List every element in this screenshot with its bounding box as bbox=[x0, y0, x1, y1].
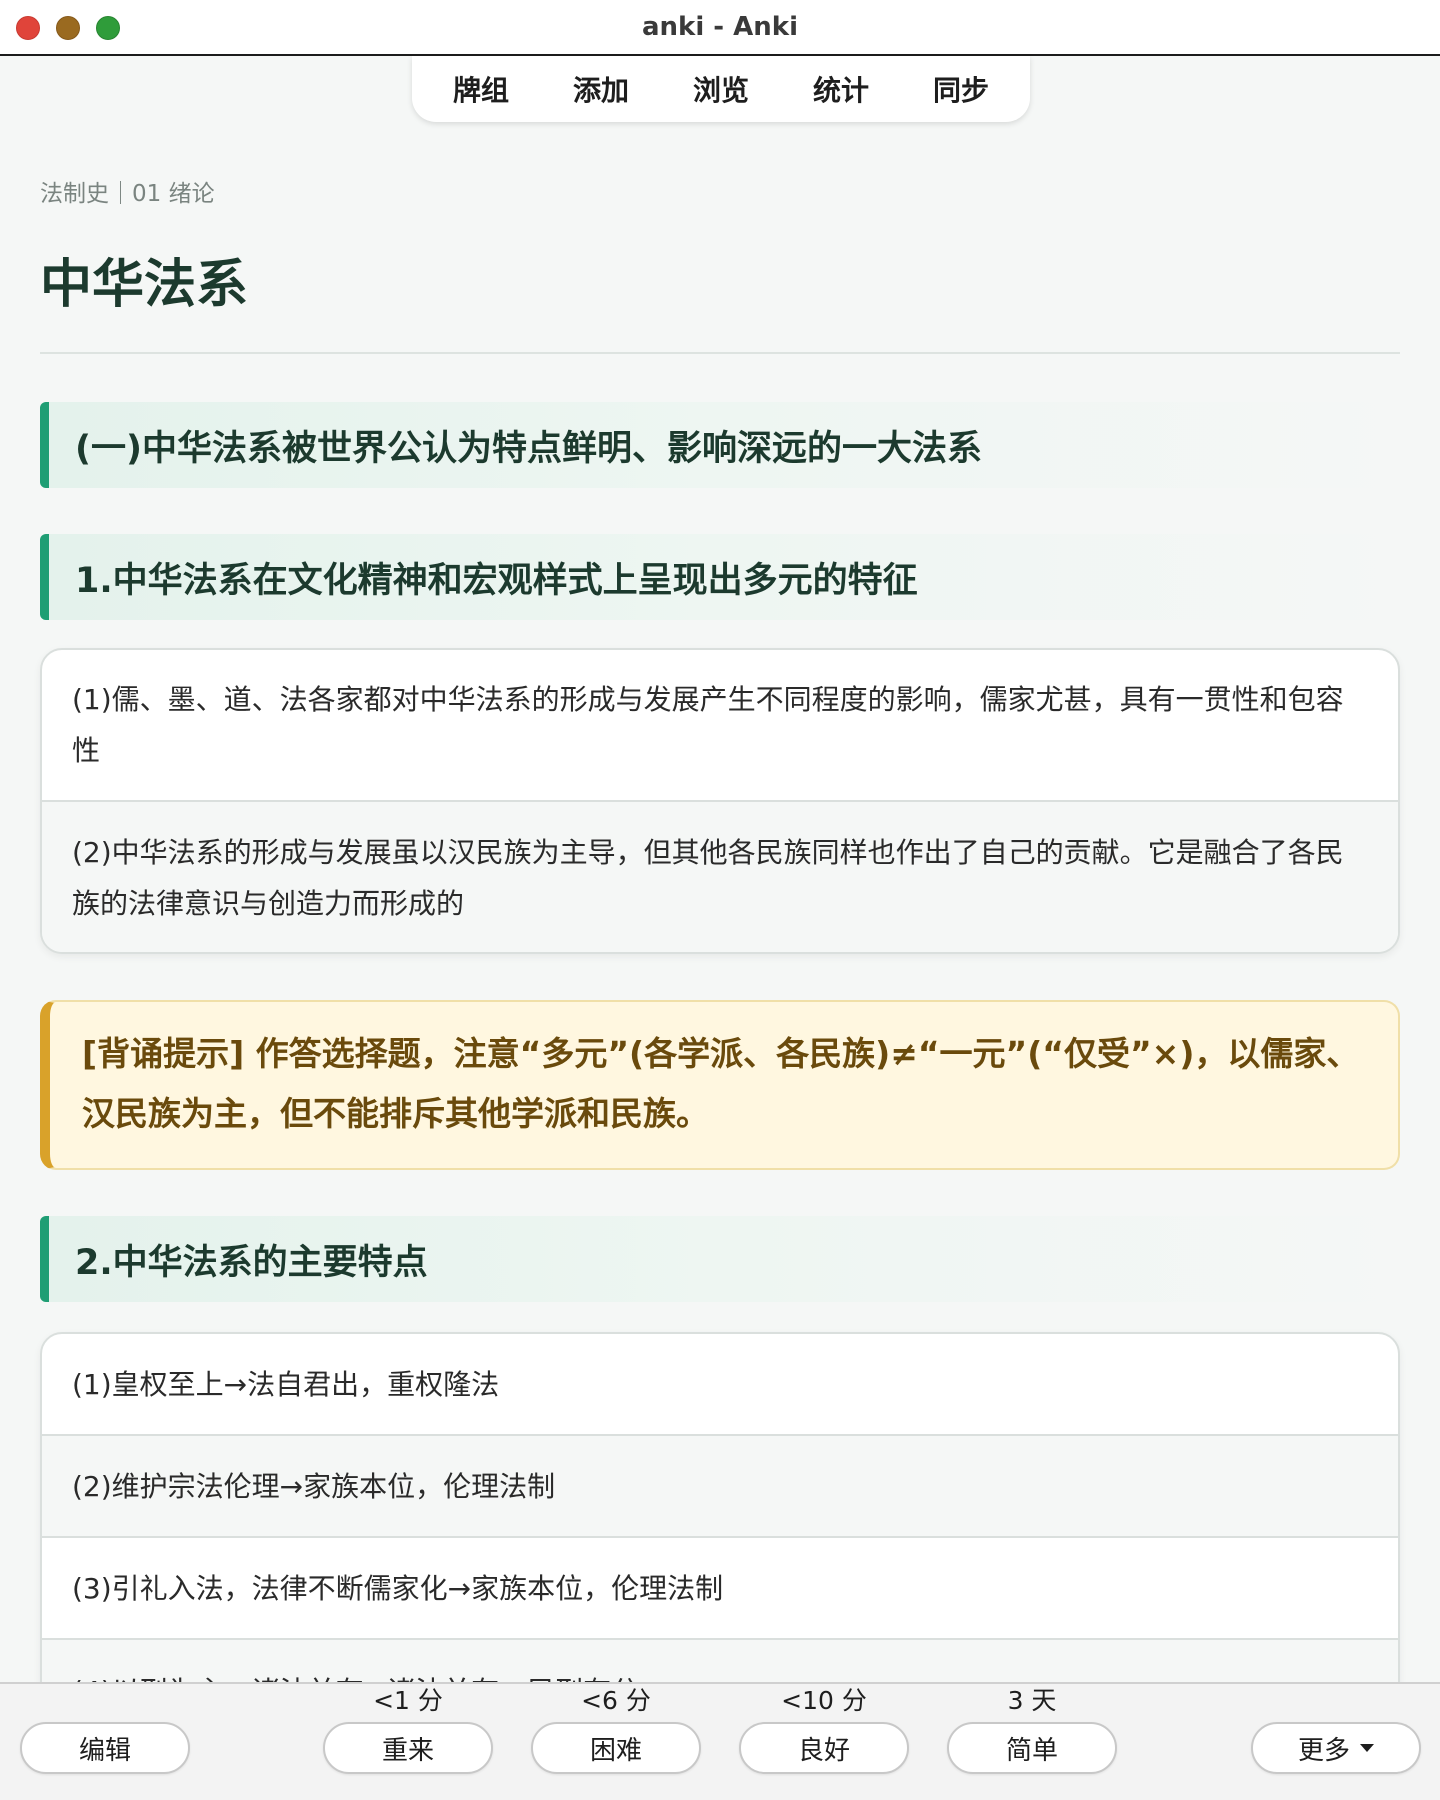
again-interval: <1 分 bbox=[373, 1686, 443, 1715]
good-interval: <10 分 bbox=[781, 1686, 867, 1715]
section-heading: (一)中华法系被世界公认为特点鲜明、影响深远的一大法系 bbox=[40, 402, 1400, 488]
toolbar-browse[interactable]: 浏览 bbox=[661, 69, 781, 109]
list-item: (1)皇权至上→法自君出，重权隆法 bbox=[42, 1334, 1398, 1436]
again-button-label: 重来 bbox=[381, 1735, 434, 1766]
card-content: 法制史｜01 绪论 中华法系 (一)中华法系被世界公认为特点鲜明、影响深远的一大… bbox=[0, 122, 1440, 1682]
title-bar: anki - Anki bbox=[0, 0, 1440, 56]
hard-button[interactable]: 困难 bbox=[531, 1722, 701, 1774]
subsection-2-list: (1)皇权至上→法自君出，重权隆法 (2)维护宗法伦理→家族本位，伦理法制 (3… bbox=[40, 1332, 1400, 1682]
toolbar-sync[interactable]: 同步 bbox=[901, 69, 1021, 109]
easy-button-label: 简单 bbox=[1005, 1735, 1058, 1766]
list-item-text: (1)皇权至上→法自君出，重权隆法 bbox=[72, 1367, 500, 1401]
list-item-text: (2)中华法系的形成与发展虽以汉民族为主导，但其他各民族同样也作出了自己的贡献。… bbox=[72, 836, 1344, 920]
toolbar-stats[interactable]: 统计 bbox=[781, 69, 901, 109]
window-title: anki - Anki bbox=[642, 12, 798, 42]
divider bbox=[40, 352, 1400, 354]
hard-interval: <6 分 bbox=[581, 1686, 651, 1715]
breadcrumb: 法制史｜01 绪论 bbox=[40, 181, 215, 207]
caret-down-icon bbox=[1360, 1744, 1374, 1752]
edit-button[interactable]: 编辑 bbox=[20, 1722, 190, 1774]
subsection-1-list: (1)儒、墨、道、法各家都对中华法系的形成与发展产生不同程度的影响，儒家尤甚，具… bbox=[40, 648, 1400, 954]
good-button[interactable]: 良好 bbox=[739, 1722, 909, 1774]
list-item-text: (4)以刑为主，诸法并存→诸法并存，民刑有分 bbox=[72, 1666, 639, 1683]
list-item-text: (3)引礼入法，法律不断儒家化→家族本位，伦理法制 bbox=[72, 1571, 724, 1605]
memorization-tip: [背诵提示] 作答选择题，注意“多元”(各学派、各民族)≠“一元”(“仅受”×)… bbox=[40, 1000, 1400, 1170]
more-button[interactable]: 更多 bbox=[1251, 1722, 1421, 1774]
easy-interval: 3 天 bbox=[1007, 1686, 1057, 1715]
subsection-heading-2: 2.中华法系的主要特点 bbox=[40, 1216, 1400, 1302]
toolbar-add[interactable]: 添加 bbox=[541, 69, 661, 109]
page-title: 中华法系 bbox=[40, 255, 249, 315]
list-item: (2)中华法系的形成与发展虽以汉民族为主导，但其他各民族同样也作出了自己的贡献。… bbox=[42, 802, 1398, 952]
edit-button-label: 编辑 bbox=[78, 1735, 131, 1766]
list-item: (1)儒、墨、道、法各家都对中华法系的形成与发展产生不同程度的影响，儒家尤甚，具… bbox=[42, 650, 1398, 802]
subsection-heading-1: 1.中华法系在文化精神和宏观样式上呈现出多元的特征 bbox=[40, 534, 1400, 620]
toolbar-decks[interactable]: 牌组 bbox=[421, 69, 541, 109]
list-item: (3)引礼入法，法律不断儒家化→家族本位，伦理法制 bbox=[42, 1538, 1398, 1640]
anki-window: anki - Anki 牌组 添加 浏览 统计 同步 法制史｜01 绪论 中华法… bbox=[0, 0, 1440, 1800]
list-item: (2)维护宗法伦理→家族本位，伦理法制 bbox=[42, 1436, 1398, 1538]
good-button-label: 良好 bbox=[797, 1735, 850, 1766]
list-item-text: (2)维护宗法伦理→家族本位，伦理法制 bbox=[72, 1469, 556, 1503]
main-toolbar: 牌组 添加 浏览 统计 同步 bbox=[412, 56, 1030, 122]
again-button[interactable]: 重来 bbox=[323, 1722, 493, 1774]
answer-bar: 编辑 <1 分 重来 <6 分 困难 <10 分 良好 3 天 简单 更多 bbox=[0, 1682, 1440, 1800]
more-button-label: 更多 bbox=[1297, 1735, 1350, 1766]
list-item-text: (1)儒、墨、道、法各家都对中华法系的形成与发展产生不同程度的影响，儒家尤甚，具… bbox=[72, 683, 1344, 767]
hard-button-label: 困难 bbox=[589, 1735, 642, 1766]
easy-button[interactable]: 简单 bbox=[947, 1722, 1117, 1774]
list-item: (4)以刑为主，诸法并存→诸法并存，民刑有分 bbox=[42, 1640, 1398, 1682]
